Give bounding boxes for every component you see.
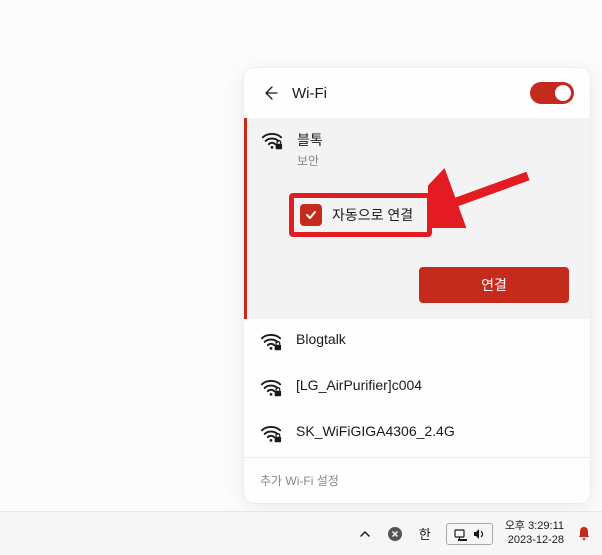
- circle-x-icon: [387, 526, 403, 542]
- network-security-label: 보안: [297, 152, 323, 169]
- network-name: [LG_AirPurifier]c004: [296, 377, 422, 393]
- network-item[interactable]: Blogtalk: [244, 319, 590, 365]
- date-label: 2023-12-28: [508, 534, 564, 547]
- chevron-up-icon: [359, 528, 371, 540]
- network-tray[interactable]: [446, 523, 493, 545]
- panel-header: Wi-Fi: [244, 68, 590, 118]
- wifi-panel: Wi-Fi 블톡 보안: [244, 68, 590, 503]
- tray-overflow-button[interactable]: [356, 525, 374, 543]
- network-item[interactable]: SK_WiFiGIGA4306_2.4G: [244, 411, 590, 457]
- network-row: 블톡 보안: [261, 130, 574, 169]
- auto-connect-label: 자동으로 연결: [332, 205, 413, 225]
- ime-indicator[interactable]: 한: [416, 524, 434, 543]
- network-item[interactable]: [LG_AirPurifier]c004: [244, 365, 590, 411]
- clock[interactable]: 오후 3:29:11 2023-12-28: [505, 520, 564, 546]
- panel-title: Wi-Fi: [292, 85, 518, 102]
- wifi-secure-icon: [260, 377, 282, 399]
- wifi-secure-icon: [260, 423, 282, 445]
- arrow-left-icon: [262, 85, 278, 101]
- network-name: Blogtalk: [296, 331, 346, 347]
- network-info: 블톡 보안: [297, 130, 323, 169]
- time-label: 오후 3:29:11: [505, 520, 564, 533]
- tray-status-icon[interactable]: [386, 525, 404, 543]
- connect-button[interactable]: 연결: [419, 267, 569, 303]
- taskbar: 한 오후 3:29:11 2023-12-28: [0, 511, 602, 555]
- bell-icon: [576, 525, 592, 541]
- check-icon: [304, 208, 318, 222]
- network-list: 블톡 보안 자동으로 연결 연결: [244, 118, 590, 457]
- auto-connect-checkbox[interactable]: [300, 204, 322, 226]
- notification-button[interactable]: [576, 525, 594, 543]
- toggle-thumb: [555, 85, 571, 101]
- network-name: SK_WiFiGIGA4306_2.4G: [296, 423, 455, 439]
- network-name: 블톡: [297, 130, 323, 150]
- volume-icon: [472, 527, 486, 541]
- wifi-secure-icon: [261, 130, 283, 152]
- wifi-secure-icon: [260, 331, 282, 353]
- network-item-selected[interactable]: 블톡 보안 자동으로 연결 연결: [244, 118, 590, 319]
- highlight-box: 자동으로 연결: [289, 193, 432, 237]
- more-wifi-settings-link[interactable]: 추가 Wi-Fi 설정: [244, 457, 590, 503]
- back-button[interactable]: [260, 83, 280, 103]
- wifi-toggle[interactable]: [530, 82, 574, 104]
- ethernet-icon: [453, 526, 469, 542]
